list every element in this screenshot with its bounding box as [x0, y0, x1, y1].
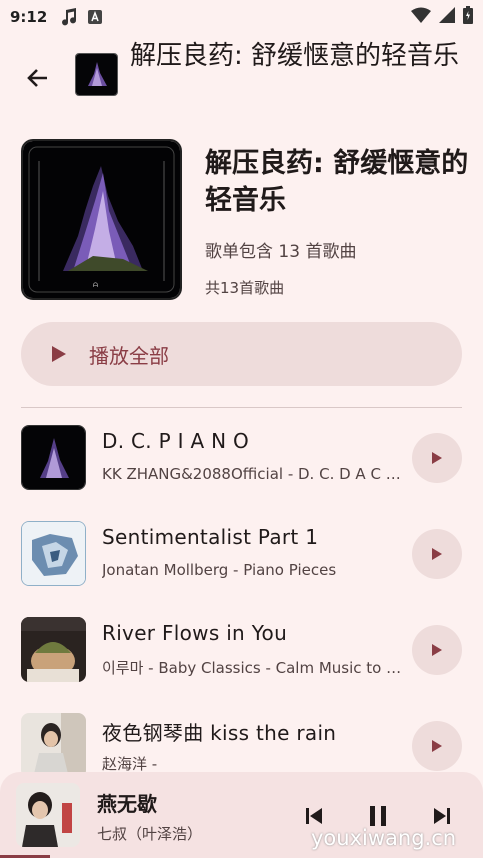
song-play-button[interactable]	[412, 433, 462, 483]
status-bar: 9:12	[0, 0, 483, 34]
skip-previous-icon	[306, 808, 322, 824]
status-time: 9:12	[10, 8, 48, 26]
play-all-label: 播放全部	[89, 343, 169, 368]
play-icon	[432, 740, 442, 752]
song-thumbnail	[21, 521, 86, 586]
list-item[interactable]: D. C. P I A N O KK ZHANG&2088Official - …	[0, 415, 483, 499]
signal-icon	[439, 7, 455, 27]
song-play-button[interactable]	[412, 721, 462, 771]
song-subtitle: KK ZHANG&2088Official - D. C. D A C A P …	[102, 465, 404, 483]
playlist-title: 解压良药: 舒缓惬意的轻音乐	[205, 148, 469, 216]
page-title: 解压良药: 舒缓惬意的轻音乐	[130, 41, 460, 71]
play-icon	[52, 346, 66, 362]
playlist-cover: ᗩ	[21, 139, 182, 300]
now-playing-title: 燕无歇	[97, 792, 157, 816]
song-title: D. C. P I A N O	[102, 429, 250, 453]
skip-next-icon	[434, 808, 450, 824]
notification-icon	[87, 9, 103, 25]
play-icon	[432, 452, 442, 464]
song-title: Sentimentalist Part 1	[102, 525, 319, 549]
song-subtitle: 이루마 - Baby Classics - Calm Music to Help…	[102, 659, 404, 677]
app-bar: 解压良药: 舒缓惬意的轻音乐	[0, 34, 483, 120]
play-icon	[432, 548, 442, 560]
back-button[interactable]	[20, 60, 56, 96]
pause-icon	[370, 806, 386, 826]
song-thumbnail	[21, 617, 86, 682]
battery-icon	[463, 6, 473, 28]
playlist-thumbnail	[75, 53, 118, 96]
playlist-description: 歌单包含 13 首歌曲	[205, 242, 357, 262]
arrow-back-icon	[27, 69, 47, 87]
wifi-icon	[411, 7, 431, 27]
list-item[interactable]: Sentimentalist Part 1 Jonatan Mollberg -…	[0, 511, 483, 595]
song-thumbnail	[21, 425, 86, 490]
song-play-button[interactable]	[412, 529, 462, 579]
song-subtitle: 赵海洋 -	[102, 755, 158, 773]
song-title: River Flows in You	[102, 621, 288, 645]
song-play-button[interactable]	[412, 625, 462, 675]
song-thumbnail	[21, 713, 86, 778]
music-note-icon	[59, 7, 79, 27]
now-playing-thumbnail	[16, 783, 80, 847]
svg-text:ᗩ: ᗩ	[93, 282, 98, 289]
playlist-song-count: 共13首歌曲	[205, 279, 285, 297]
play-all-button[interactable]: 播放全部	[21, 322, 462, 386]
divider	[21, 407, 462, 408]
watermark: youxiwang.cn	[311, 826, 457, 850]
play-icon	[432, 644, 442, 656]
song-subtitle: Jonatan Mollberg - Piano Pieces	[102, 561, 337, 579]
song-title: 夜色钢琴曲 kiss the rain	[102, 721, 337, 745]
list-item[interactable]: River Flows in You 이루마 - Baby Classics -…	[0, 607, 483, 691]
now-playing-artist: 七叔（叶泽浩）	[97, 825, 203, 843]
